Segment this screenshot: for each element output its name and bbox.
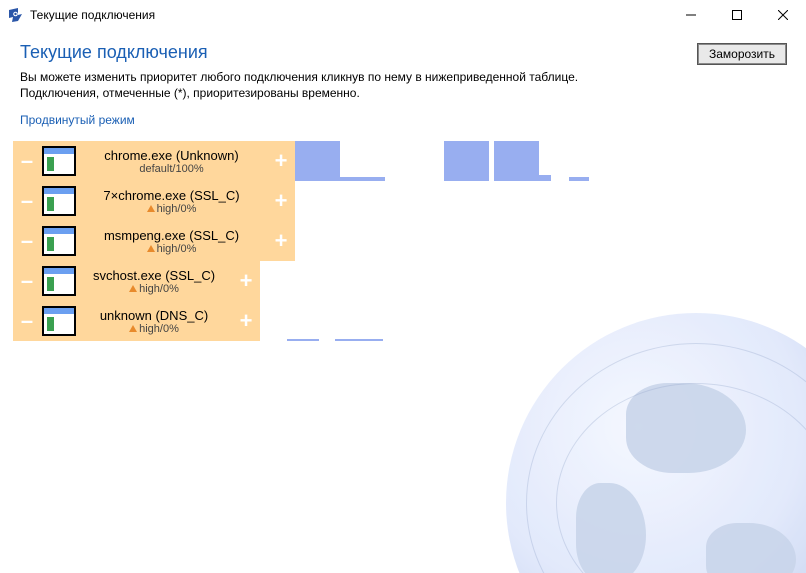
flame-icon bbox=[147, 245, 155, 252]
connection-name: msmpeng.exe (SSL_C) bbox=[104, 228, 239, 243]
connection-label: msmpeng.exe (SSL_C)high/0% bbox=[76, 221, 267, 261]
connection-priority: high/0% bbox=[129, 323, 179, 335]
priority-up-button[interactable]: + bbox=[267, 221, 295, 261]
traffic-graph bbox=[295, 141, 793, 181]
priority-up-button[interactable]: + bbox=[267, 181, 295, 221]
priority-down-button[interactable]: – bbox=[13, 181, 41, 221]
connection-controls: –chrome.exe (Unknown)default/100%+ bbox=[13, 141, 295, 181]
window-controls bbox=[668, 0, 806, 30]
maximize-button[interactable] bbox=[714, 0, 760, 30]
priority-down-button[interactable]: – bbox=[13, 141, 41, 181]
connection-controls: –svchost.exe (SSL_C)high/0%+ bbox=[13, 261, 260, 301]
priority-up-button[interactable]: + bbox=[232, 301, 260, 341]
connection-name: unknown (DNS_C) bbox=[100, 308, 208, 323]
connection-controls: –msmpeng.exe (SSL_C)high/0%+ bbox=[13, 221, 295, 261]
connection-list: –chrome.exe (Unknown)default/100%+–7×chr… bbox=[13, 141, 793, 341]
traffic-graph bbox=[260, 301, 793, 341]
connection-label: unknown (DNS_C)high/0% bbox=[76, 301, 232, 341]
traffic-bar bbox=[295, 141, 340, 181]
priority-down-button[interactable]: – bbox=[13, 261, 41, 301]
flame-icon bbox=[147, 205, 155, 212]
traffic-graph bbox=[295, 181, 793, 221]
app-window-icon bbox=[41, 261, 76, 301]
titlebar: Текущие подключения bbox=[0, 0, 806, 30]
maximize-icon bbox=[732, 10, 742, 20]
advanced-mode-link[interactable]: Продвинутый режим bbox=[20, 113, 135, 127]
traffic-bar bbox=[494, 141, 539, 181]
close-button[interactable] bbox=[760, 0, 806, 30]
connection-name: svchost.exe (SSL_C) bbox=[93, 268, 215, 283]
freeze-button[interactable]: Заморозить bbox=[698, 44, 786, 64]
connection-priority: default/100% bbox=[139, 163, 203, 175]
connection-row[interactable]: –svchost.exe (SSL_C)high/0%+ bbox=[13, 261, 793, 301]
connection-priority: high/0% bbox=[129, 283, 179, 295]
priority-down-button[interactable]: – bbox=[13, 221, 41, 261]
priority-up-button[interactable]: + bbox=[232, 261, 260, 301]
minimize-button[interactable] bbox=[668, 0, 714, 30]
description-line1: Вы можете изменить приоритет любого подк… bbox=[20, 70, 578, 84]
connection-priority: high/0% bbox=[147, 243, 197, 255]
connection-label: svchost.exe (SSL_C)high/0% bbox=[76, 261, 232, 301]
app-window-icon bbox=[41, 141, 76, 181]
connection-controls: –unknown (DNS_C)high/0%+ bbox=[13, 301, 260, 341]
close-icon bbox=[778, 10, 788, 20]
connection-controls: –7×chrome.exe (SSL_C)high/0%+ bbox=[13, 181, 295, 221]
page-title: Текущие подключения bbox=[20, 42, 208, 63]
connection-name: chrome.exe (Unknown) bbox=[104, 148, 238, 163]
flame-icon bbox=[129, 325, 137, 332]
app-window-icon bbox=[41, 301, 76, 341]
connection-row[interactable]: –7×chrome.exe (SSL_C)high/0%+ bbox=[13, 181, 793, 221]
traffic-bar bbox=[287, 339, 319, 341]
app-window-icon bbox=[41, 181, 76, 221]
priority-up-button[interactable]: + bbox=[267, 141, 295, 181]
content: Текущие подключения Заморозить Вы можете… bbox=[0, 30, 806, 341]
connection-row[interactable]: –msmpeng.exe (SSL_C)high/0%+ bbox=[13, 221, 793, 261]
description-line2: Подключения, отмеченные (*), приоритезир… bbox=[20, 86, 360, 100]
priority-down-button[interactable]: – bbox=[13, 301, 41, 341]
app-icon bbox=[8, 7, 24, 23]
traffic-bar bbox=[444, 141, 489, 181]
traffic-graph bbox=[295, 221, 793, 261]
connection-label: chrome.exe (Unknown)default/100% bbox=[76, 141, 267, 181]
traffic-graph bbox=[260, 261, 793, 301]
traffic-bar bbox=[335, 339, 383, 341]
flame-icon bbox=[129, 285, 137, 292]
connection-priority: high/0% bbox=[147, 203, 197, 215]
connection-name: 7×chrome.exe (SSL_C) bbox=[103, 188, 239, 203]
globe-decoration bbox=[506, 313, 806, 573]
connection-row[interactable]: –chrome.exe (Unknown)default/100%+ bbox=[13, 141, 793, 181]
description: Вы можете изменить приоритет любого подк… bbox=[20, 69, 580, 101]
window-title: Текущие подключения bbox=[30, 8, 155, 22]
connection-row[interactable]: –unknown (DNS_C)high/0%+ bbox=[13, 301, 793, 341]
minimize-icon bbox=[686, 10, 696, 20]
connection-label: 7×chrome.exe (SSL_C)high/0% bbox=[76, 181, 267, 221]
app-window-icon bbox=[41, 221, 76, 261]
